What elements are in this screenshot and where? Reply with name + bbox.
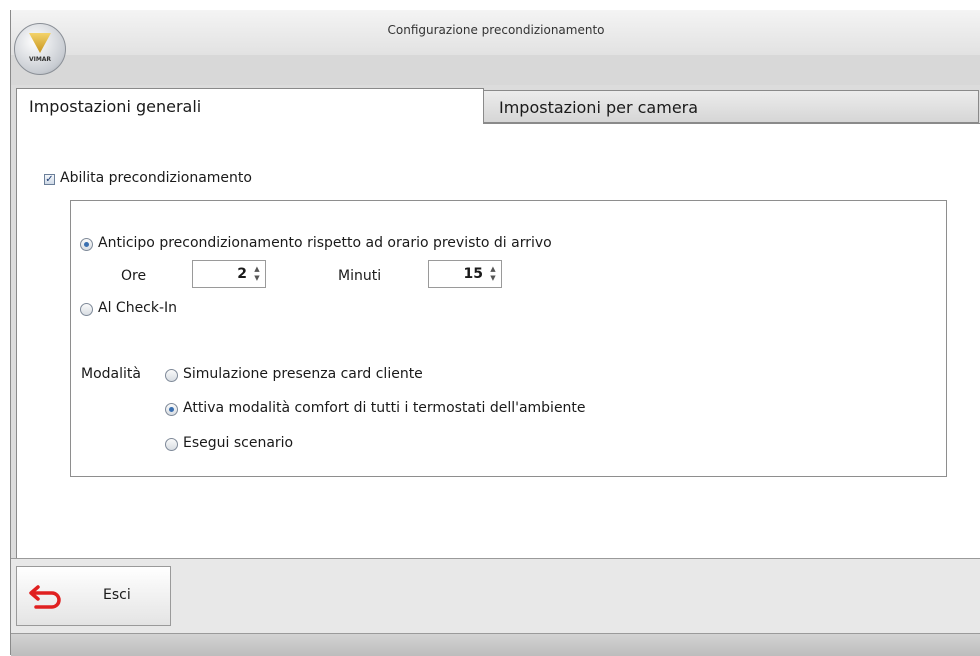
- tab-room-settings[interactable]: Impostazioni per camera: [483, 90, 979, 123]
- checkin-radio[interactable]: [80, 303, 93, 316]
- minutes-value: 15: [463, 266, 483, 282]
- advance-radio[interactable]: [80, 238, 93, 251]
- tab-general-settings[interactable]: Impostazioni generali: [16, 88, 484, 124]
- title-bar: Configurazione precondizionamento: [11, 10, 980, 55]
- hours-spin-arrows-icon[interactable]: ▲ ▼: [252, 265, 262, 283]
- tab-general-settings-label: Impostazioni generali: [29, 97, 202, 116]
- mode-radio-scenario[interactable]: [165, 438, 178, 451]
- bottom-toolbar: Esci: [11, 558, 980, 634]
- undo-arrow-icon: [29, 585, 61, 609]
- checkin-radio-label: Al Check-In: [98, 300, 178, 316]
- exit-button-label: Esci: [103, 587, 131, 603]
- hours-label: Ore: [121, 268, 147, 284]
- enable-preconditioning-checkbox[interactable]: ✓: [44, 174, 55, 185]
- window-title: Configurazione precondizionamento: [387, 23, 605, 37]
- advance-radio-label: Anticipo precondizionamento rispetto ad …: [98, 235, 552, 251]
- hours-stepper[interactable]: 2 ▲ ▼: [192, 260, 266, 288]
- minutes-label: Minuti: [338, 268, 382, 284]
- mode-radio-comfort[interactable]: [165, 403, 178, 416]
- minutes-spin-arrows-icon[interactable]: ▲ ▼: [488, 265, 498, 283]
- minutes-stepper[interactable]: 15 ▲ ▼: [428, 260, 502, 288]
- tab-strip: [11, 55, 980, 85]
- tab-content-panel: ✓ Abilita precondizionamento Anticipo pr…: [16, 123, 980, 560]
- dialog-window: Configurazione precondizionamento VIMAR …: [10, 10, 980, 656]
- logo-text: VIMAR: [28, 56, 52, 63]
- status-bar: [11, 633, 980, 656]
- mode-radio-scenario-label: Esegui scenario: [183, 435, 294, 451]
- mode-label: Modalità: [81, 366, 141, 382]
- logo-mark: [29, 33, 51, 53]
- vimar-logo-icon: VIMAR: [14, 23, 66, 75]
- enable-preconditioning-label: Abilita precondizionamento: [60, 170, 252, 186]
- tab-room-settings-label: Impostazioni per camera: [499, 98, 699, 117]
- hours-value: 2: [237, 266, 247, 282]
- preconditioning-options-group: Anticipo precondizionamento rispetto ad …: [70, 200, 947, 477]
- mode-radio-simulation-label: Simulazione presenza card cliente: [183, 366, 423, 382]
- mode-radio-simulation[interactable]: [165, 369, 178, 382]
- exit-button[interactable]: Esci: [16, 566, 171, 626]
- mode-radio-comfort-label: Attiva modalità comfort di tutti i termo…: [183, 400, 586, 416]
